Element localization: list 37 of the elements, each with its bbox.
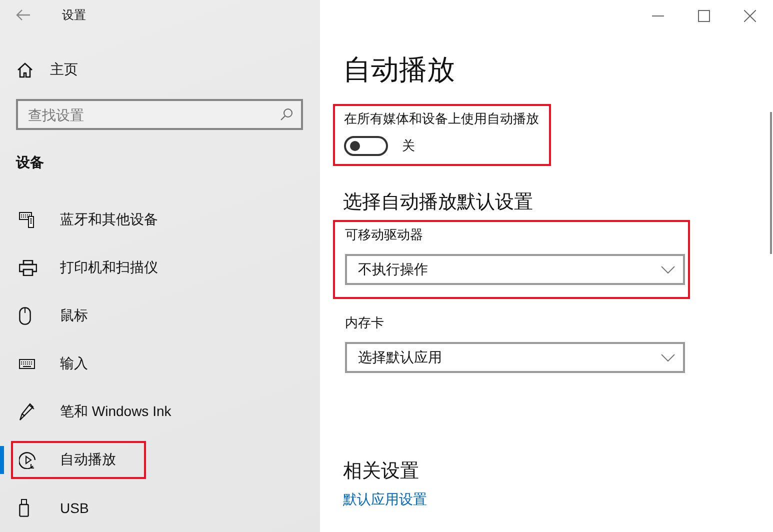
toggle-label: 在所有媒体和设备上使用自动播放 bbox=[344, 110, 539, 128]
usb-drive-icon bbox=[19, 499, 29, 517]
toggle-switch[interactable] bbox=[344, 136, 388, 156]
keyboard-phone-icon bbox=[19, 212, 37, 228]
default-apps-link[interactable]: 默认应用设置 bbox=[343, 491, 427, 509]
sidebar-item[interactable]: USB bbox=[60, 500, 89, 516]
home-link[interactable]: 主页 bbox=[50, 61, 78, 80]
keyboard-icon bbox=[19, 359, 35, 369]
chevron-down-icon bbox=[661, 354, 675, 362]
section-heading: 选择自动播放默认设置 bbox=[343, 191, 533, 215]
autoplay-icon bbox=[19, 451, 37, 469]
search-field[interactable]: 查找设置 bbox=[16, 99, 303, 130]
dropdown-label: 内存卡 bbox=[345, 314, 385, 332]
window-title: 设置 bbox=[62, 6, 86, 24]
scrollbar[interactable] bbox=[770, 112, 772, 254]
sidebar-item[interactable]: 自动播放 bbox=[60, 451, 116, 469]
dropdown-label: 可移动驱动器 bbox=[345, 226, 424, 244]
back-icon[interactable] bbox=[16, 9, 30, 22]
search-icon[interactable] bbox=[280, 108, 293, 121]
dropdown[interactable]: 不执行操作 bbox=[345, 254, 685, 285]
page-title: 自动播放 bbox=[343, 53, 455, 87]
home-icon[interactable] bbox=[17, 62, 33, 78]
sidebar-item[interactable]: 输入 bbox=[60, 355, 88, 373]
maximize-icon[interactable] bbox=[698, 10, 710, 22]
toggle-state: 关 bbox=[402, 137, 415, 155]
section-heading: 相关设置 bbox=[343, 460, 419, 484]
dropdown[interactable]: 选择默认应用 bbox=[345, 342, 685, 373]
mouse-icon bbox=[19, 307, 31, 325]
sidebar-item[interactable]: 笔和 Windows Ink bbox=[60, 403, 172, 421]
sidebar-item[interactable]: 鼠标 bbox=[60, 307, 88, 325]
sidebar-item[interactable]: 打印机和扫描仪 bbox=[60, 259, 158, 277]
close-icon[interactable] bbox=[744, 10, 756, 22]
printer-icon bbox=[19, 260, 37, 276]
sidebar-item[interactable]: 蓝牙和其他设备 bbox=[60, 211, 158, 229]
pen-icon bbox=[19, 403, 35, 421]
chevron-down-icon bbox=[661, 266, 675, 274]
section-heading: 设备 bbox=[14, 153, 45, 172]
